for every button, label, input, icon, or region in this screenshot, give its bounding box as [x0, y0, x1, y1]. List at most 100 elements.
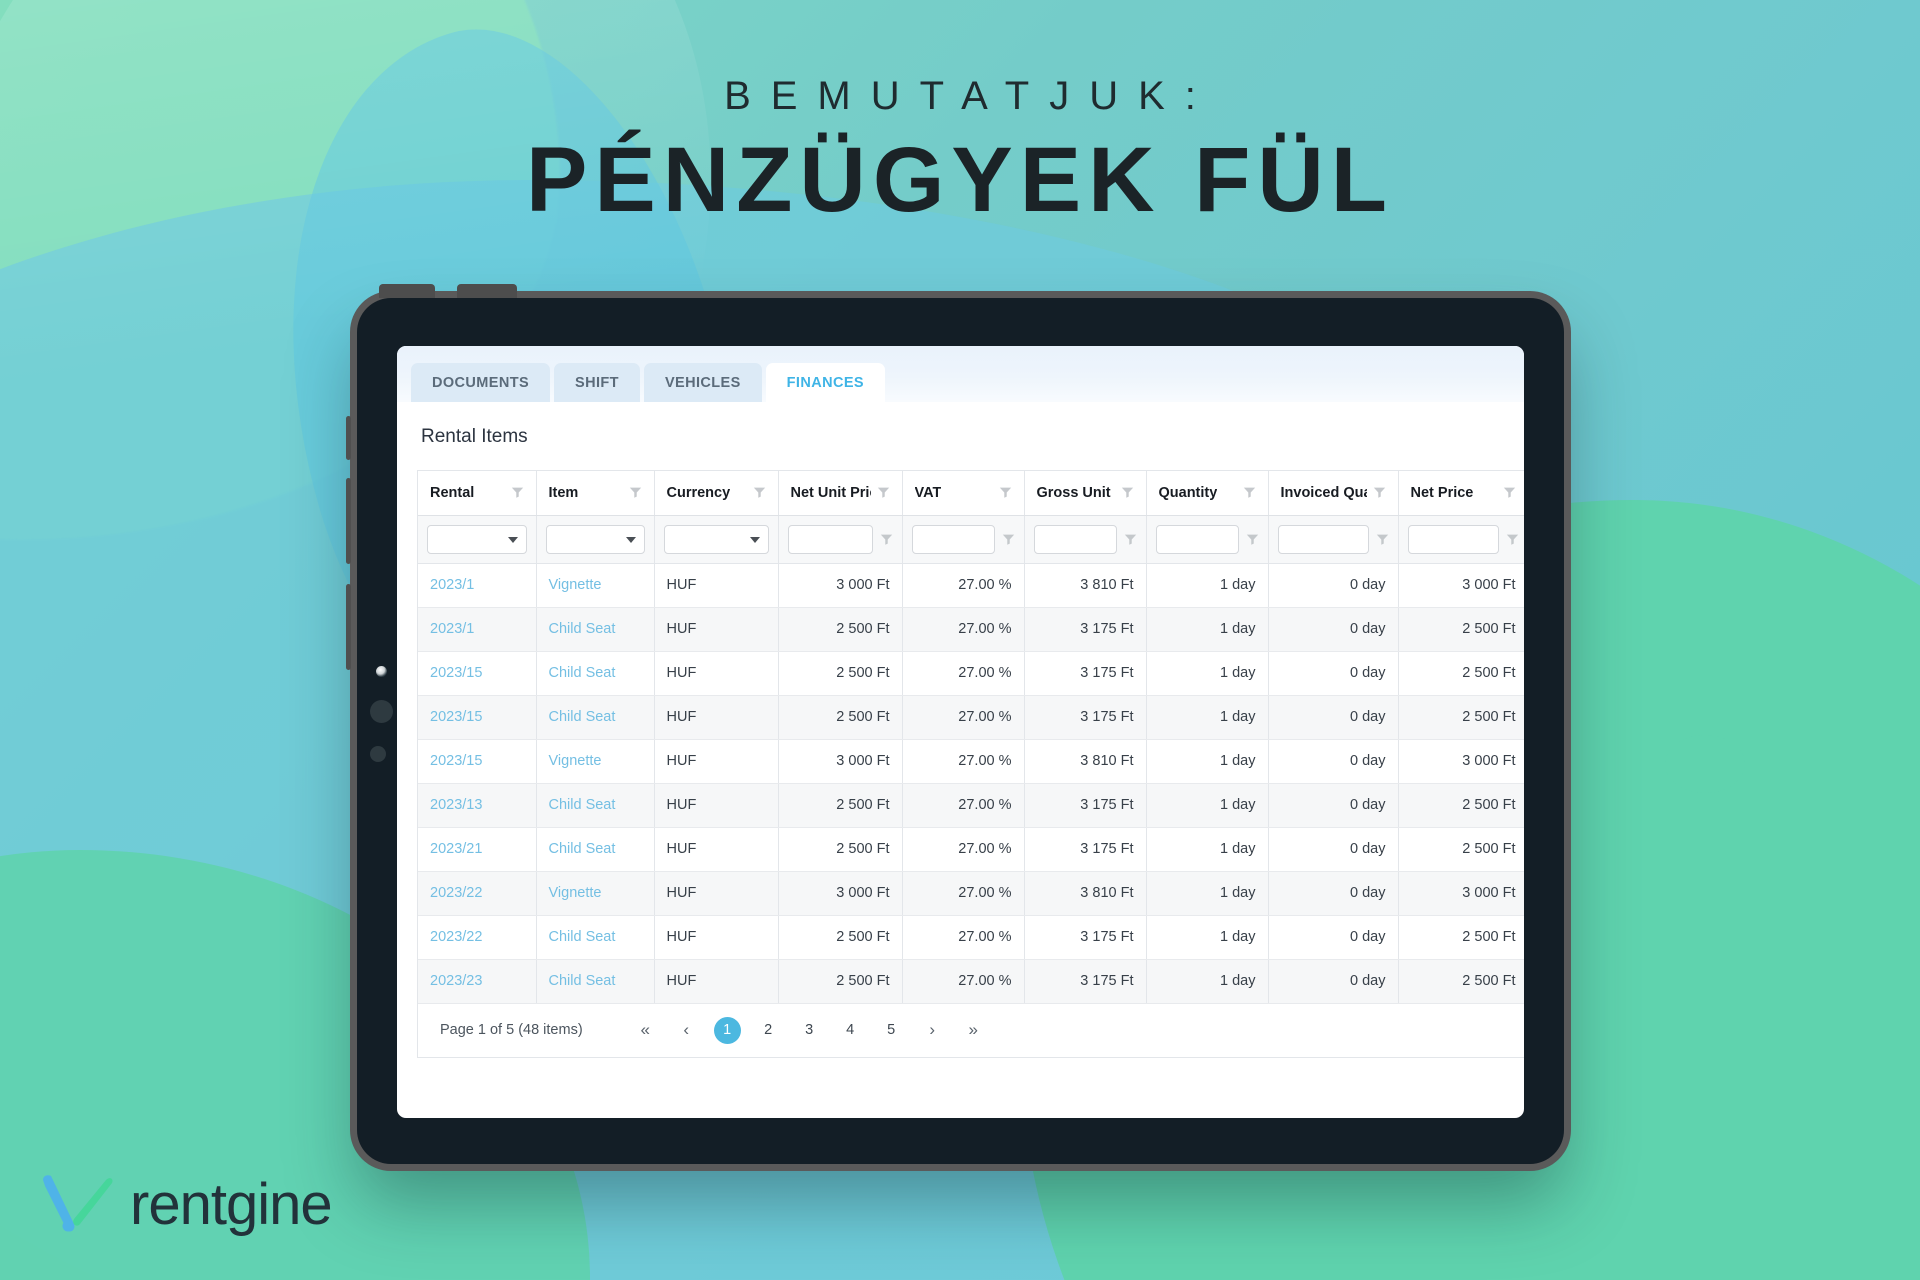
- column-label: Currency: [666, 484, 731, 501]
- pagination-page-3[interactable]: 3: [796, 1017, 823, 1044]
- funnel-icon[interactable]: [1503, 486, 1516, 499]
- funnel-icon[interactable]: [511, 486, 524, 499]
- cell-rental[interactable]: 2023/15: [418, 695, 537, 740]
- filter-dropdown-rental[interactable]: [427, 524, 527, 554]
- cell-vat: 27.00 %: [902, 607, 1025, 652]
- table-row[interactable]: 2023/23 Child Seat HUF 2 500 Ft 27.00 % 3 175…: [418, 959, 1524, 1004]
- funnel-icon[interactable]: [1376, 533, 1389, 546]
- funnel-icon[interactable]: [629, 486, 642, 499]
- funnel-icon[interactable]: [1243, 486, 1256, 499]
- funnel-icon[interactable]: [1124, 533, 1137, 546]
- filter-input-invoiced-quantity[interactable]: [1277, 524, 1369, 554]
- cell-rental[interactable]: 2023/15: [418, 739, 537, 784]
- pagination-page-4[interactable]: 4: [837, 1017, 864, 1044]
- tab-vehicles[interactable]: VEHICLES: [643, 363, 762, 402]
- funnel-icon[interactable]: [1506, 533, 1519, 546]
- pagination-first-button[interactable]: «: [632, 1017, 659, 1044]
- table-row[interactable]: 2023/22 Vignette HUF 3 000 Ft 27.00 % 3 810 F…: [418, 871, 1524, 916]
- funnel-icon[interactable]: [880, 533, 893, 546]
- filter-input-quantity[interactable]: [1155, 524, 1239, 554]
- cell-rental[interactable]: 2023/15: [418, 651, 537, 696]
- tab-finances[interactable]: FINANCES: [765, 363, 885, 402]
- table-row[interactable]: 2023/1 Child Seat HUF 2 500 Ft 27.00 % 3 175 …: [418, 607, 1524, 652]
- cell-quantity: 1 day: [1146, 563, 1269, 608]
- cell-vat: 27.00 %: [902, 695, 1025, 740]
- cell-rental[interactable]: 2023/1: [418, 563, 537, 608]
- table-row[interactable]: 2023/15 Child Seat HUF 2 500 Ft 27.00 % 3 175…: [418, 651, 1524, 696]
- table-row[interactable]: 2023/1 Vignette HUF 3 000 Ft 27.00 % 3 810 Ft…: [418, 563, 1524, 608]
- filter-cell-currency: [654, 515, 779, 564]
- pagination-bar: Page 1 of 5 (48 items) « ‹ 1 2 3 4 5 › »: [417, 1003, 1524, 1058]
- funnel-icon[interactable]: [999, 486, 1012, 499]
- cell-item[interactable]: Child Seat: [536, 915, 655, 960]
- filter-input-net-price[interactable]: [1407, 524, 1499, 554]
- cell-item[interactable]: Child Seat: [536, 827, 655, 872]
- funnel-icon[interactable]: [1373, 486, 1386, 499]
- cell-item[interactable]: Child Seat: [536, 783, 655, 828]
- cell-item[interactable]: Child Seat: [536, 695, 655, 740]
- cell-item[interactable]: Vignette: [536, 739, 655, 784]
- cell-item[interactable]: Child Seat: [536, 651, 655, 696]
- column-header-gross-unit-price[interactable]: Gross Unit Price: [1024, 471, 1147, 516]
- funnel-icon[interactable]: [1246, 533, 1259, 546]
- cell-item[interactable]: Child Seat: [536, 959, 655, 1004]
- table-row[interactable]: 2023/15 Child Seat HUF 2 500 Ft 27.00 % 3 175…: [418, 695, 1524, 740]
- filter-input-vat[interactable]: [911, 524, 995, 554]
- cell-item[interactable]: Vignette: [536, 871, 655, 916]
- cell-rental[interactable]: 2023/21: [418, 827, 537, 872]
- cell-net-unit-price: 2 500 Ft: [778, 827, 903, 872]
- column-header-currency[interactable]: Currency: [654, 471, 779, 516]
- column-header-vat[interactable]: VAT: [902, 471, 1025, 516]
- filter-input-net-unit-price[interactable]: [787, 524, 873, 554]
- cell-quantity: 1 day: [1146, 827, 1269, 872]
- pagination-next-button[interactable]: ›: [919, 1017, 946, 1044]
- filter-dropdown-item[interactable]: [545, 524, 645, 554]
- column-header-rental[interactable]: Rental: [418, 471, 537, 516]
- pagination-page-5[interactable]: 5: [878, 1017, 905, 1044]
- tablet-volume-down-button[interactable]: [346, 584, 351, 670]
- funnel-icon[interactable]: [1002, 533, 1015, 546]
- pagination-page-2[interactable]: 2: [755, 1017, 782, 1044]
- column-header-item[interactable]: Item: [536, 471, 655, 516]
- cell-rental[interactable]: 2023/22: [418, 871, 537, 916]
- pagination-last-button[interactable]: »: [960, 1017, 987, 1044]
- filter-dropdown-currency[interactable]: [663, 524, 769, 554]
- tab-shift[interactable]: SHIFT: [554, 363, 640, 402]
- cell-rental[interactable]: 2023/13: [418, 783, 537, 828]
- column-header-invoiced-quantity[interactable]: Invoiced Quantity: [1268, 471, 1399, 516]
- table-row[interactable]: 2023/15 Vignette HUF 3 000 Ft 27.00 % 3 810 F…: [418, 739, 1524, 784]
- table-row[interactable]: 2023/13 Child Seat HUF 2 500 Ft 27.00 % 3 175…: [418, 783, 1524, 828]
- tablet-volume-up-button[interactable]: [346, 478, 351, 564]
- funnel-icon[interactable]: [753, 486, 766, 499]
- cell-currency: HUF: [654, 563, 779, 608]
- cell-rental[interactable]: 2023/22: [418, 915, 537, 960]
- filter-cell-net-unit-price: [778, 515, 903, 564]
- table-row[interactable]: 2023/21 Child Seat HUF 2 500 Ft 27.00 % 3 175…: [418, 827, 1524, 872]
- filter-cell-net-price: [1398, 515, 1524, 564]
- cell-item[interactable]: Child Seat: [536, 607, 655, 652]
- table-body: 2023/1 Vignette HUF 3 000 Ft 27.00 % 3 810 Ft…: [418, 563, 1524, 1004]
- funnel-icon[interactable]: [1121, 486, 1134, 499]
- chevron-down-icon: [749, 537, 760, 543]
- cell-gross-unit-price: 3 175 Ft: [1024, 695, 1147, 740]
- cell-net-unit-price: 2 500 Ft: [778, 915, 903, 960]
- cell-rental[interactable]: 2023/23: [418, 959, 537, 1004]
- pagination-info: Page 1 of 5 (48 items): [440, 1022, 583, 1038]
- cell-item[interactable]: Vignette: [536, 563, 655, 608]
- cell-gross-unit-price: 3 175 Ft: [1024, 783, 1147, 828]
- column-header-quantity[interactable]: Quantity: [1146, 471, 1269, 516]
- funnel-icon[interactable]: [877, 486, 890, 499]
- cell-gross-unit-price: 3 175 Ft: [1024, 651, 1147, 696]
- cell-net-price: 2 500 Ft: [1398, 915, 1524, 960]
- pagination-page-1[interactable]: 1: [713, 1016, 741, 1044]
- tab-documents[interactable]: DOCUMENTS: [411, 363, 551, 402]
- cell-net-price: 2 500 Ft: [1398, 783, 1524, 828]
- filter-input-gross-unit-price[interactable]: [1033, 524, 1117, 554]
- tablet-side-button-top[interactable]: [346, 416, 351, 460]
- table-row[interactable]: 2023/22 Child Seat HUF 2 500 Ft 27.00 % 3 175…: [418, 915, 1524, 960]
- cell-rental[interactable]: 2023/1: [418, 607, 537, 652]
- column-header-net-price[interactable]: Net Price: [1398, 471, 1524, 516]
- column-header-net-unit-price[interactable]: Net Unit Price: [778, 471, 903, 516]
- pagination-prev-button[interactable]: ‹: [673, 1017, 700, 1044]
- cell-quantity: 1 day: [1146, 739, 1269, 784]
